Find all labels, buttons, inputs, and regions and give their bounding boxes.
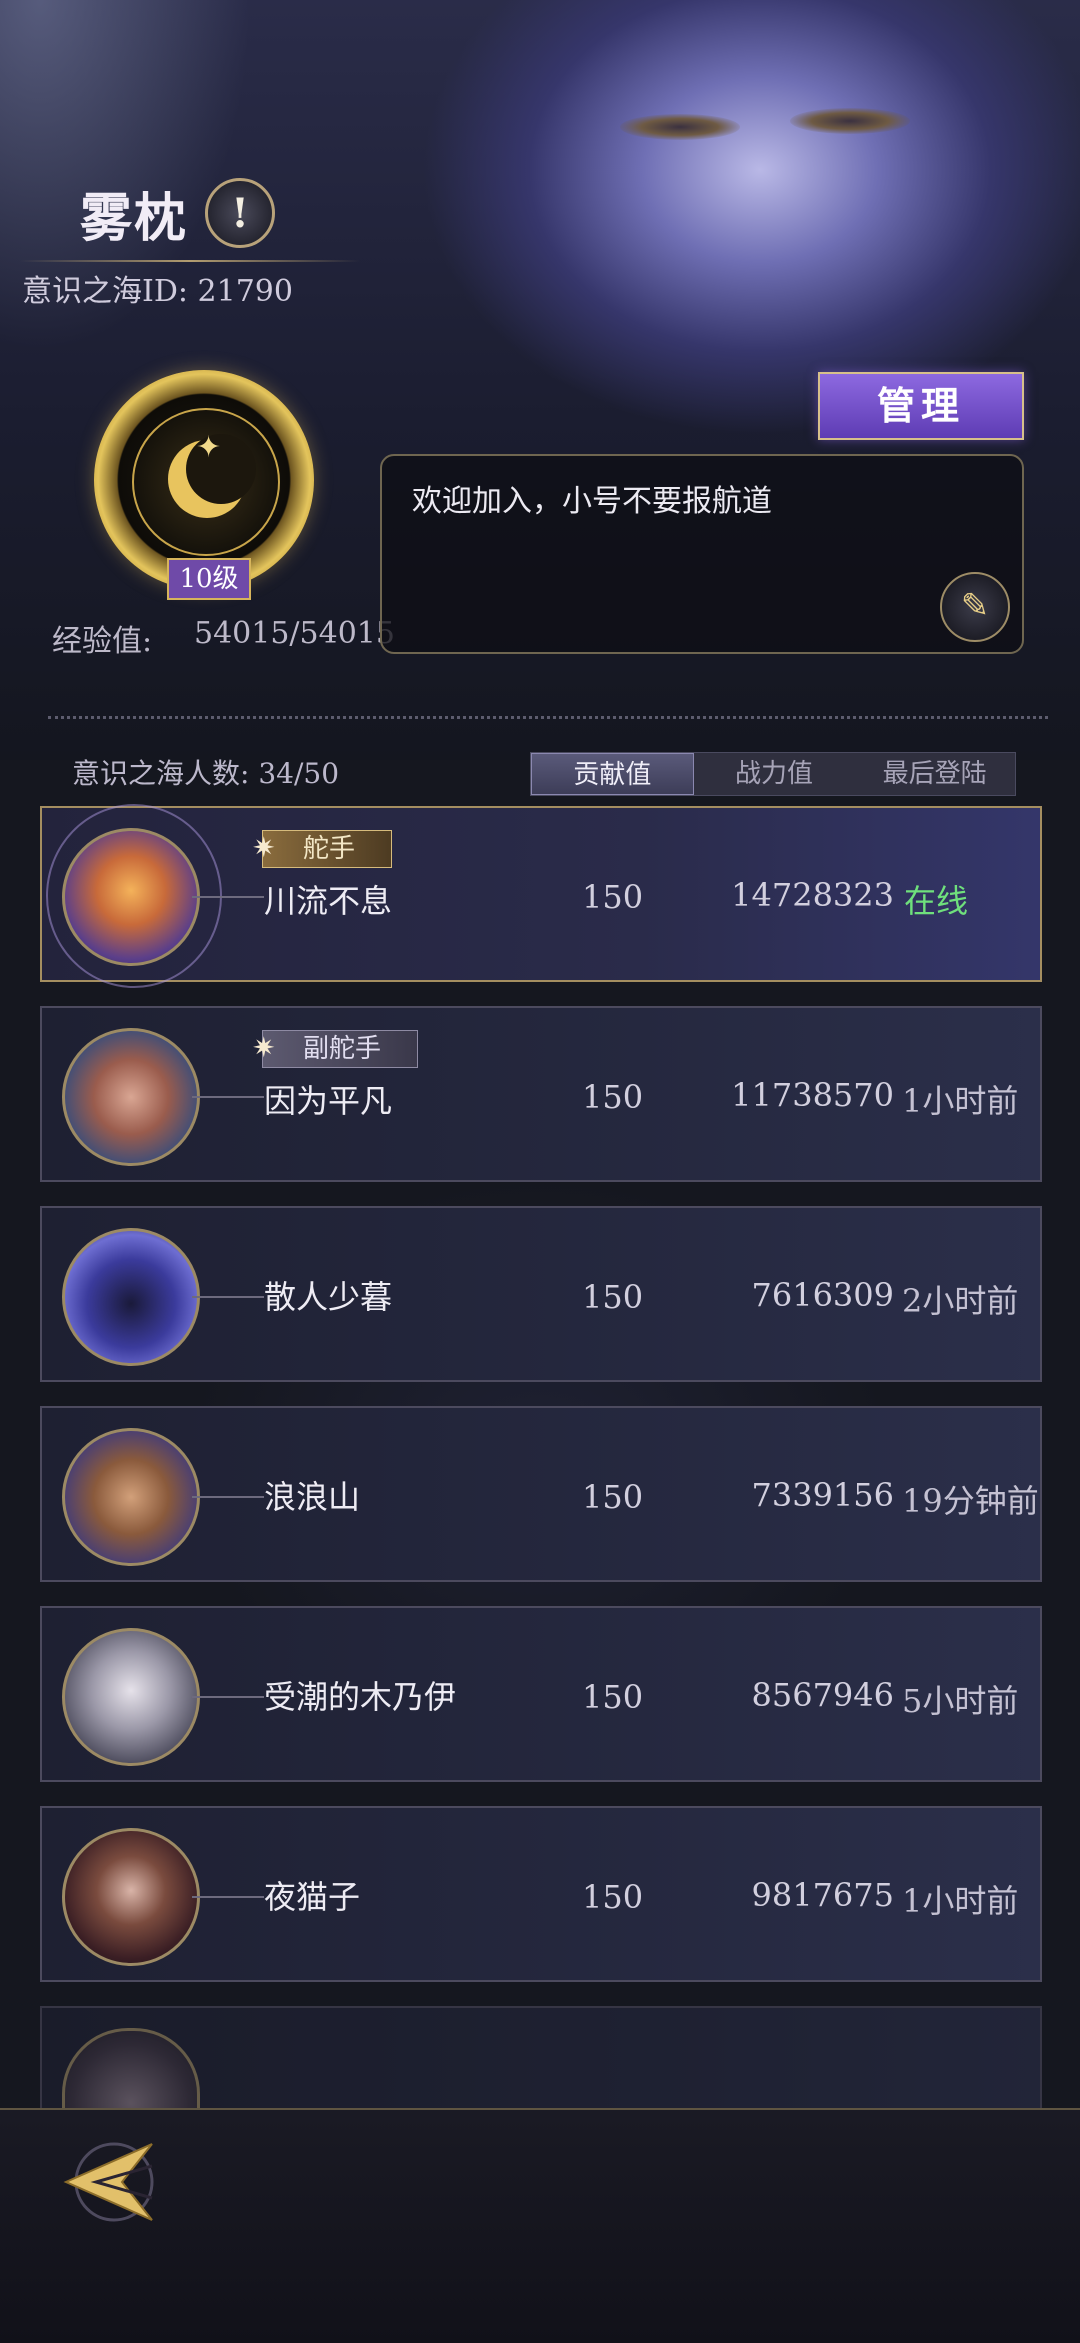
connector-line bbox=[192, 1096, 264, 1098]
member-last-login: 5小时前 bbox=[902, 1682, 1019, 1720]
exclamation-icon[interactable]: ! bbox=[205, 178, 275, 248]
guild-name: 雾枕 bbox=[80, 188, 189, 249]
member-name: 因为平凡 bbox=[264, 1082, 393, 1120]
exp-value: 54015/54015 bbox=[194, 616, 395, 651]
member-power: 9817675 bbox=[751, 1876, 894, 1914]
member-name: 浪浪山 bbox=[264, 1478, 361, 1516]
avatar[interactable] bbox=[62, 828, 200, 966]
connector-line bbox=[192, 896, 264, 898]
member-count: 意识之海人数: 34/50 bbox=[72, 757, 340, 790]
sparkle-icon: ✷ bbox=[252, 1031, 276, 1064]
avatar[interactable] bbox=[62, 1428, 200, 1566]
avatar[interactable] bbox=[62, 1228, 200, 1366]
member-row-partial[interactable] bbox=[40, 2006, 1042, 2121]
avatar[interactable] bbox=[62, 1628, 200, 1766]
member-row[interactable]: 舵手 ✷ 川流不息 150 14728323 在线 bbox=[40, 804, 1042, 988]
member-row[interactable]: 受潮的木乃伊 150 8567946 5小时前 bbox=[40, 1606, 1042, 1782]
member-last-login: 1小时前 bbox=[902, 1082, 1019, 1120]
member-name: 夜猫子 bbox=[264, 1878, 361, 1916]
tab-power[interactable]: 战力值 bbox=[694, 753, 855, 795]
level-tag: 10级 bbox=[167, 558, 251, 600]
member-contribution: 150 bbox=[582, 1078, 644, 1116]
connector-line bbox=[192, 1296, 264, 1298]
name-underline bbox=[20, 260, 360, 262]
member-power: 14728323 bbox=[731, 876, 894, 914]
back-arrow-icon[interactable] bbox=[56, 2136, 160, 2228]
avatar[interactable] bbox=[62, 1828, 200, 1966]
member-row[interactable]: 散人少暮 150 7616309 2小时前 bbox=[40, 1206, 1042, 1382]
connector-line bbox=[192, 1496, 264, 1498]
member-power: 7616309 bbox=[751, 1276, 894, 1314]
sort-tabs: 贡献值 战力值 最后登陆 bbox=[530, 752, 1016, 796]
avatar[interactable] bbox=[62, 1028, 200, 1166]
quill-icon[interactable]: ✎ bbox=[940, 572, 1010, 642]
face-eye-left bbox=[620, 114, 740, 140]
exp-label: 经验值: bbox=[52, 624, 153, 659]
member-power: 7339156 bbox=[751, 1476, 894, 1514]
tab-last-login[interactable]: 最后登陆 bbox=[854, 753, 1015, 795]
face-eye-right bbox=[790, 108, 910, 134]
member-contribution: 150 bbox=[582, 1678, 644, 1716]
member-last-login: 1小时前 bbox=[902, 1882, 1019, 1920]
notice-board: 欢迎加入，小号不要报航道 ✎ bbox=[380, 454, 1024, 654]
divider bbox=[48, 716, 1048, 719]
member-row[interactable]: 夜猫子 150 9817675 1小时前 bbox=[40, 1806, 1042, 1982]
connector-line bbox=[192, 1696, 264, 1698]
member-contribution: 150 bbox=[582, 1278, 644, 1316]
bottom-bar bbox=[0, 2108, 1080, 2343]
role-badge: 舵手 bbox=[262, 830, 393, 868]
member-name: 散人少暮 bbox=[264, 1278, 393, 1316]
member-status-online: 在线 bbox=[904, 882, 969, 920]
member-name: 川流不息 bbox=[264, 882, 393, 920]
star-icon: ✦ bbox=[196, 430, 222, 465]
notice-text: 欢迎加入，小号不要报航道 bbox=[412, 484, 772, 519]
member-row[interactable]: 副舵手 ✷ 因为平凡 150 11738570 1小时前 bbox=[40, 1006, 1042, 1182]
member-contribution: 150 bbox=[582, 1878, 644, 1916]
tab-contribution[interactable]: 贡献值 bbox=[531, 753, 694, 795]
member-power: 8567946 bbox=[751, 1676, 894, 1714]
member-contribution: 150 bbox=[582, 878, 644, 916]
member-power: 11738570 bbox=[731, 1076, 894, 1114]
member-last-login: 2小时前 bbox=[902, 1282, 1019, 1320]
connector-line bbox=[192, 1896, 264, 1898]
member-contribution: 150 bbox=[582, 1478, 644, 1516]
manage-button[interactable]: 管理 bbox=[818, 372, 1024, 440]
member-name: 受潮的木乃伊 bbox=[264, 1678, 457, 1716]
sparkle-icon: ✷ bbox=[252, 831, 276, 864]
member-row[interactable]: 浪浪山 150 7339156 19分钟前 bbox=[40, 1406, 1042, 1582]
member-last-login: 19分钟前 bbox=[902, 1482, 1039, 1520]
emblem-center: ✦ bbox=[132, 408, 280, 556]
sea-id: 意识之海ID: 21790 bbox=[22, 274, 293, 309]
role-badge: 副舵手 bbox=[262, 1030, 419, 1068]
guild-emblem: ✦ bbox=[94, 370, 314, 590]
